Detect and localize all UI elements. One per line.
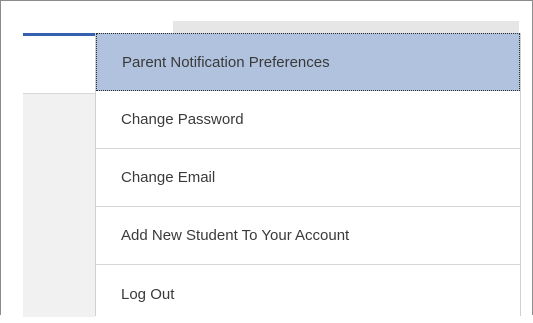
menu-item-label: Add New Student To Your Account (121, 227, 350, 244)
menu-item-label: Change Email (121, 169, 216, 186)
screenshot-frame: Parent Notification Preferences Change P… (0, 0, 533, 317)
menu-item-add-new-student[interactable]: Add New Student To Your Account (96, 207, 520, 265)
page-background-panel (23, 93, 95, 317)
menu-item-label: Parent Notification Preferences (122, 53, 330, 71)
menu-item-parent-notification-preferences[interactable]: Parent Notification Preferences (96, 33, 520, 91)
account-dropdown-menu: Parent Notification Preferences Change P… (95, 33, 521, 316)
menu-item-log-out[interactable]: Log Out (96, 265, 520, 323)
menu-item-change-password[interactable]: Change Password (96, 91, 520, 149)
menu-item-label: Log Out (121, 285, 175, 303)
menu-item-label: Change Password (121, 111, 244, 128)
menu-item-change-email[interactable]: Change Email (96, 149, 520, 207)
header-strip (173, 21, 519, 33)
active-nav-underline (23, 33, 95, 36)
